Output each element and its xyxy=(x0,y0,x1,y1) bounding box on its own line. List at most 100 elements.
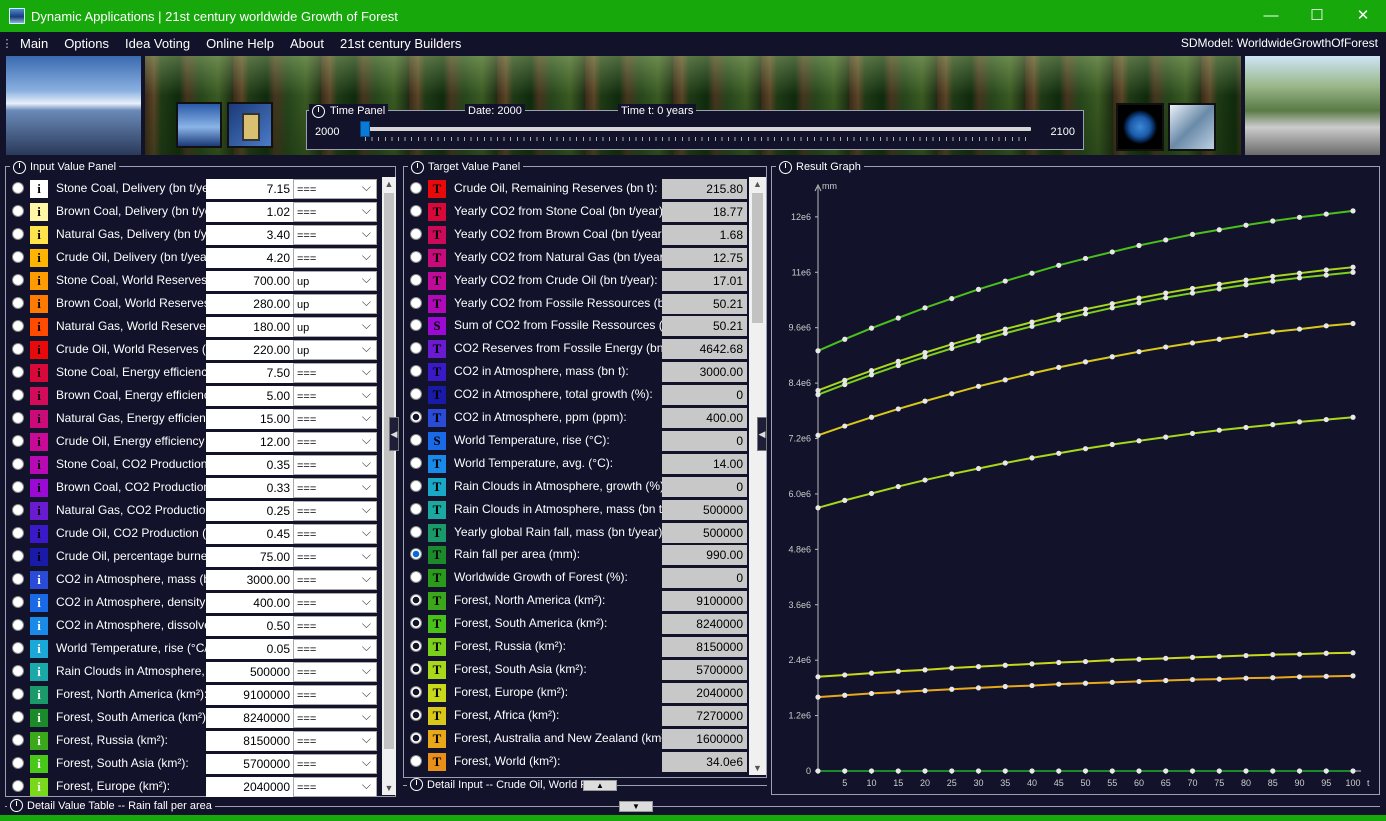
target-row-radio[interactable] xyxy=(410,731,422,744)
input-row-value[interactable]: 7.15 xyxy=(206,179,294,199)
target-row-radio[interactable] xyxy=(410,433,422,446)
input-row-radio[interactable] xyxy=(12,711,24,723)
input-row-value[interactable]: 700.00 xyxy=(206,271,294,291)
input-row-value[interactable]: 220.00 xyxy=(206,340,294,360)
target-row-radio[interactable] xyxy=(410,571,422,584)
collage-thumbnail-button[interactable] xyxy=(1168,103,1216,151)
input-row-value[interactable]: 75.00 xyxy=(206,547,294,567)
input-row-operator-select[interactable]: === xyxy=(293,545,377,567)
target-row-radio[interactable] xyxy=(410,479,422,492)
input-row-radio[interactable] xyxy=(12,205,24,217)
close-button[interactable]: ✕ xyxy=(1340,0,1386,32)
input-row-radio[interactable] xyxy=(12,550,24,562)
target-panel-scrollbar[interactable]: ▲ ▼ xyxy=(749,177,766,775)
target-row-radio[interactable] xyxy=(410,296,422,309)
input-row-operator-select[interactable]: === xyxy=(293,430,377,452)
target-row-radio[interactable] xyxy=(410,182,422,194)
input-row-radio[interactable] xyxy=(12,665,24,677)
target-panel-collapse-button[interactable]: ◀ xyxy=(757,417,767,451)
target-row-radio[interactable] xyxy=(410,685,422,698)
target-row-radio[interactable] xyxy=(410,204,422,217)
time-slider-track[interactable] xyxy=(361,127,1031,131)
target-row-radio[interactable] xyxy=(410,411,422,423)
input-row-operator-select[interactable]: === xyxy=(293,614,377,636)
target-row-radio[interactable] xyxy=(410,388,422,401)
target-row-radio[interactable] xyxy=(410,319,422,332)
target-row-radio[interactable] xyxy=(410,365,422,378)
target-row-radio[interactable] xyxy=(410,456,422,469)
input-row-value[interactable]: 0.45 xyxy=(206,524,294,544)
scroll-down-icon[interactable]: ▼ xyxy=(749,761,766,775)
input-row-radio[interactable] xyxy=(12,780,24,792)
input-row-operator-select[interactable]: up xyxy=(293,269,377,291)
input-row-operator-select[interactable]: === xyxy=(293,752,377,774)
detail-table-expand-button[interactable]: ▼ xyxy=(619,801,653,812)
minimize-button[interactable]: — xyxy=(1248,0,1294,32)
input-row-operator-select[interactable]: === xyxy=(293,568,377,590)
input-row-value[interactable]: 2040000 xyxy=(206,777,294,797)
target-scroll-thumb[interactable] xyxy=(752,193,763,323)
target-row-radio[interactable] xyxy=(410,342,422,355)
target-row-radio[interactable] xyxy=(410,594,422,607)
target-row-radio[interactable] xyxy=(410,227,422,240)
input-row-radio[interactable] xyxy=(12,734,24,746)
target-row-radio[interactable] xyxy=(410,754,422,767)
input-row-value[interactable]: 0.25 xyxy=(206,501,294,521)
menu-main[interactable]: Main xyxy=(14,36,58,51)
scroll-down-icon[interactable]: ▼ xyxy=(382,781,396,795)
input-scroll-thumb[interactable] xyxy=(384,193,394,749)
input-row-radio[interactable] xyxy=(12,481,24,493)
input-row-operator-select[interactable]: === xyxy=(293,223,377,245)
menu-about[interactable]: About xyxy=(284,36,334,51)
input-row-value[interactable]: 1.02 xyxy=(206,202,294,222)
input-row-operator-select[interactable]: === xyxy=(293,683,377,705)
input-row-value[interactable]: 280.00 xyxy=(206,294,294,314)
input-row-operator-select[interactable]: === xyxy=(293,453,377,475)
input-row-value[interactable]: 400.00 xyxy=(206,593,294,613)
menu-options[interactable]: Options xyxy=(58,36,119,51)
input-panel-scrollbar[interactable]: ▲ ▼ xyxy=(382,177,396,795)
input-row-radio[interactable] xyxy=(12,274,24,286)
input-row-operator-select[interactable]: up xyxy=(293,292,377,314)
input-row-value[interactable]: 5.00 xyxy=(206,386,294,406)
input-row-operator-select[interactable]: up xyxy=(293,315,377,337)
input-row-operator-select[interactable]: up xyxy=(293,338,377,360)
maximize-button[interactable]: ☐ xyxy=(1294,0,1340,32)
input-row-radio[interactable] xyxy=(12,366,24,378)
input-row-radio[interactable] xyxy=(12,573,24,585)
input-row-value[interactable]: 15.00 xyxy=(206,409,294,429)
green-building-image[interactable] xyxy=(1245,56,1380,155)
input-row-radio[interactable] xyxy=(12,527,24,539)
earth-thumbnail-button[interactable] xyxy=(1116,103,1164,151)
target-row-radio[interactable] xyxy=(410,502,422,515)
input-row-value[interactable]: 7.50 xyxy=(206,363,294,383)
input-row-radio[interactable] xyxy=(12,757,24,769)
input-row-operator-select[interactable]: === xyxy=(293,177,377,199)
door-thumbnail-button[interactable] xyxy=(227,102,273,148)
input-row-operator-select[interactable]: === xyxy=(293,499,377,521)
input-row-radio[interactable] xyxy=(12,389,24,401)
input-row-radio[interactable] xyxy=(12,504,24,516)
input-row-radio[interactable] xyxy=(12,688,24,700)
input-row-value[interactable]: 3000.00 xyxy=(206,570,294,590)
input-row-operator-select[interactable]: === xyxy=(293,706,377,728)
input-row-value[interactable]: 500000 xyxy=(206,662,294,682)
input-row-value[interactable]: 5700000 xyxy=(206,754,294,774)
input-row-value[interactable]: 3.40 xyxy=(206,225,294,245)
target-row-radio[interactable] xyxy=(410,250,422,263)
input-row-value[interactable]: 0.35 xyxy=(206,455,294,475)
menu-21st-century-builders[interactable]: 21st century Builders xyxy=(334,36,471,51)
input-row-radio[interactable] xyxy=(12,435,24,447)
target-row-radio[interactable] xyxy=(410,640,422,652)
input-row-radio[interactable] xyxy=(12,412,24,424)
input-row-radio[interactable] xyxy=(12,297,24,309)
input-row-value[interactable]: 9100000 xyxy=(206,685,294,705)
target-row-radio[interactable] xyxy=(410,525,422,538)
input-row-value[interactable]: 12.00 xyxy=(206,432,294,452)
target-row-radio[interactable] xyxy=(410,548,422,561)
input-row-value[interactable]: 0.50 xyxy=(206,616,294,636)
input-row-radio[interactable] xyxy=(12,596,24,608)
menu-online-help[interactable]: Online Help xyxy=(200,36,284,51)
input-panel-collapse-button[interactable]: ◀ xyxy=(389,417,399,451)
target-row-radio[interactable] xyxy=(410,617,422,630)
